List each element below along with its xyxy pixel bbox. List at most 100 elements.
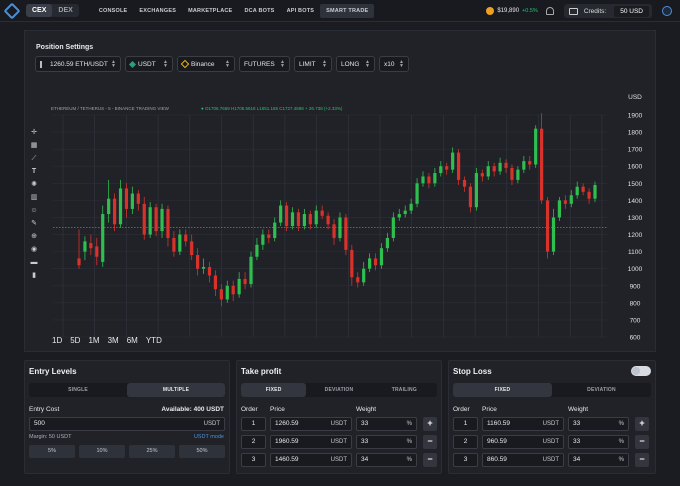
- range-1m[interactable]: 1M: [88, 336, 99, 345]
- candle-body: [344, 217, 348, 250]
- tp-price-1: 1260.59: [275, 420, 299, 427]
- candle-body: [474, 173, 478, 208]
- tp-weight-3: 34: [361, 456, 369, 463]
- tab-dex[interactable]: DEX: [52, 4, 78, 17]
- candle-body: [302, 214, 306, 226]
- tp-price-input-3[interactable]: 1460.59 USDT: [270, 453, 352, 467]
- range-ytd[interactable]: YTD: [146, 336, 162, 345]
- lock-icon[interactable]: ▬: [30, 259, 38, 266]
- credits-box[interactable]: Credits: 50 USD: [563, 4, 652, 18]
- price-chart[interactable]: 1900 1800 1700 1600 1500 1400 1300 1200 1100 1000…: [25, 87, 657, 353]
- tab-tp-trailing[interactable]: TRAILING: [372, 383, 437, 397]
- candle-body: [368, 258, 372, 269]
- trash-icon[interactable]: ▮: [30, 272, 38, 279]
- candle-body: [350, 249, 354, 278]
- sl-weight-input-3[interactable]: 34%: [568, 453, 629, 467]
- logo-icon[interactable]: [3, 2, 21, 19]
- candle-body: [231, 285, 235, 295]
- nav-smart-trade[interactable]: SMART TRADE: [320, 3, 375, 18]
- eye-off-icon[interactable]: ◉: [30, 246, 38, 253]
- candle-body: [207, 266, 212, 276]
- tab-sl-fixed[interactable]: FIXED: [453, 383, 552, 397]
- pct-5-button[interactable]: 5%: [29, 445, 75, 458]
- candle-body: [379, 248, 384, 266]
- sl-weight-input-1[interactable]: 33%: [568, 417, 629, 431]
- nav-console[interactable]: CONSOLE: [93, 4, 134, 18]
- bell-icon[interactable]: [545, 7, 554, 15]
- available-balance: Available: 400 USDT: [161, 406, 224, 413]
- tp-weight-1: 33: [361, 420, 369, 427]
- sl-price-input-3[interactable]: 860.59 USDT: [482, 453, 564, 467]
- y-tick-label: 1500: [628, 181, 643, 188]
- sl-price-input-1[interactable]: 1160.59 USDT: [482, 417, 564, 431]
- candle-body: [101, 214, 105, 262]
- trendline-icon[interactable]: ⟋: [30, 155, 38, 162]
- candle-body: [332, 224, 336, 238]
- range-5d[interactable]: 5D: [70, 336, 80, 345]
- grid-icon[interactable]: ▦: [30, 142, 38, 149]
- tab-sl-deviation[interactable]: DEVIATION: [552, 383, 651, 397]
- exchange-select[interactable]: Binance ▲ ▼: [177, 56, 235, 72]
- candle-body: [290, 212, 295, 226]
- tp-price-input-2[interactable]: 1960.59 USDT: [270, 435, 352, 449]
- pct-25-button[interactable]: 25%: [129, 445, 175, 458]
- leverage-select[interactable]: x10 ▲ ▼: [379, 56, 409, 72]
- tp-weight-input-2[interactable]: 33%: [356, 435, 417, 449]
- candle-body: [118, 188, 123, 225]
- pct-10-button[interactable]: 10%: [79, 445, 125, 458]
- range-6m[interactable]: 6M: [127, 336, 138, 345]
- tp-weight-input-3[interactable]: 34%: [356, 453, 417, 467]
- nav-dca-bots[interactable]: DCA BOTS: [238, 4, 280, 18]
- measure-icon[interactable]: ▥: [30, 194, 38, 201]
- usdt-mode-link[interactable]: USDT mode: [194, 434, 224, 440]
- candle-body: [338, 217, 342, 238]
- tp-price-input-1[interactable]: 1260.59 USDT: [270, 417, 352, 431]
- text-icon[interactable]: T: [30, 168, 38, 175]
- nav-marketplace[interactable]: MARKETPLACE: [182, 4, 238, 18]
- tab-cex[interactable]: CEX: [26, 4, 53, 17]
- tab-tp-deviation[interactable]: DEVIATION: [306, 383, 371, 397]
- take-profit-title: Take profit: [241, 367, 282, 376]
- crosshair-icon[interactable]: ✛: [30, 129, 38, 136]
- sl-remove-button-3[interactable]: −: [635, 453, 649, 467]
- amount-select[interactable]: 1260.59 ETH/USDT ▲ ▼: [35, 56, 121, 72]
- tab-multiple[interactable]: MULTIPLE: [127, 383, 225, 397]
- pct-50-button[interactable]: 50%: [179, 445, 225, 458]
- candle-body: [421, 176, 425, 184]
- tp-remove-button-2[interactable]: −: [423, 435, 437, 449]
- range-3m[interactable]: 3M: [108, 336, 119, 345]
- stop-loss-toggle[interactable]: [631, 366, 651, 376]
- tp-weight-input-1[interactable]: 33%: [356, 417, 417, 431]
- market-select[interactable]: FUTURES ▲ ▼: [239, 56, 290, 72]
- tab-tp-fixed[interactable]: FIXED: [241, 383, 307, 397]
- candle-body: [373, 258, 378, 266]
- candle-body: [415, 183, 419, 204]
- chevron-updown-icon: ▲ ▼: [111, 59, 116, 69]
- nav-exchanges[interactable]: EXCHANGES: [133, 4, 182, 18]
- avatar[interactable]: [662, 6, 672, 16]
- sl-weight-input-2[interactable]: 33%: [568, 435, 629, 449]
- currency-select[interactable]: USDT ▲ ▼: [125, 56, 173, 72]
- pattern-icon[interactable]: ✺: [30, 181, 38, 188]
- tp-remove-button-3[interactable]: −: [423, 453, 437, 467]
- y-tick-label: 600: [630, 335, 641, 342]
- y-tick-label: 1800: [628, 130, 643, 137]
- sl-price-input-2[interactable]: 960.59 USDT: [482, 435, 564, 449]
- tp-order-1: 1: [241, 417, 266, 431]
- nav-api-bots[interactable]: API BOTS: [281, 4, 321, 18]
- pencil-icon[interactable]: ✎: [30, 220, 38, 227]
- entry-cost-label: Entry Cost: [29, 406, 60, 413]
- entry-cost-input[interactable]: 500 USDT: [29, 417, 225, 431]
- range-1d[interactable]: 1D: [52, 336, 62, 345]
- side-select[interactable]: LONG ▲ ▼: [336, 56, 375, 72]
- stop-loss-tabs: FIXED DEVIATION: [453, 383, 651, 397]
- sl-add-button[interactable]: +: [635, 417, 649, 431]
- sl-remove-button-2[interactable]: −: [635, 435, 649, 449]
- smile-icon[interactable]: ☺: [30, 207, 38, 214]
- chevron-updown-icon: ▲ ▼: [225, 59, 230, 69]
- candle-body: [296, 212, 301, 226]
- zoom-icon[interactable]: ⊕: [30, 233, 38, 240]
- tp-add-button[interactable]: +: [423, 417, 437, 431]
- tab-single[interactable]: SINGLE: [29, 383, 127, 397]
- order-type-select[interactable]: LIMIT ▲ ▼: [294, 56, 332, 72]
